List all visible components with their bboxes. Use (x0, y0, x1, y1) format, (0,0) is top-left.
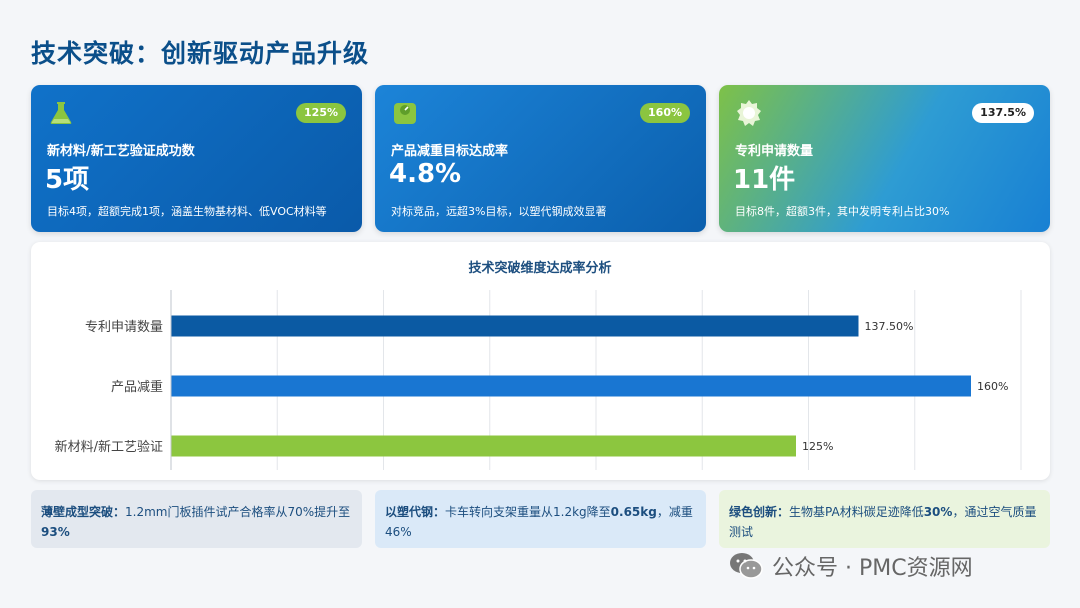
badge-icon (737, 100, 761, 126)
info-text: 卡车转向支架重量从1.2kg降至 (445, 505, 611, 519)
info-card-thinwall: 薄壁成型突破：1.2mm门板插件试产合格率从70%提升至 93% (31, 490, 362, 548)
kpi-value: 5项 (45, 165, 90, 195)
bar-chart: 技术突破维度达成率分析 专利申请数量 137.50% 产品减重 160% 新材料/新工艺… (55, 260, 1022, 470)
bar (171, 375, 971, 397)
wechat-icon (730, 553, 763, 579)
watermark-text: 公众号 · PMC资源网 (772, 556, 973, 581)
info-title: 以塑代钢： (385, 505, 446, 519)
data-label: 160% (977, 380, 1008, 393)
info-text: 1.2mm门板插件试产合格率从70%提升至 (125, 505, 351, 519)
kpi-note: 目标4项，超额完成1项，涵盖生物基材料、低VOC材料等 (47, 205, 327, 218)
info-text: 生物基PA材料碳足迹降低 (789, 505, 924, 519)
kpi-badge: 160% (640, 103, 690, 123)
kpi-value: 4.8% (389, 159, 462, 189)
bar (171, 315, 859, 337)
kpi-label: 专利申请数量 (735, 144, 814, 159)
kpi-note: 对标竞品，远超3%目标，以塑代钢成效显著 (391, 205, 607, 218)
data-label: 125% (802, 440, 833, 453)
kpi-card-weight: 160% 产品减重目标达成率 4.8% 对标竞品，远超3%目标，以塑代钢成效显著 (375, 85, 706, 232)
kpi-value: 11件 (733, 165, 796, 195)
info-strong: 0.65kg (610, 505, 657, 519)
kpi-label: 新材料/新工艺验证成功数 (47, 144, 195, 159)
chart-card: 技术突破维度达成率分析 专利申请数量 137.50% 产品减重 160% 新材料/新工艺… (31, 242, 1050, 480)
info-title: 薄壁成型突破： (41, 505, 126, 519)
info-card-plastic-steel: 以塑代钢：卡车转向支架重量从1.2kg降至0.65kg，减重46% (375, 490, 706, 548)
category-label: 专利申请数量 (85, 320, 163, 335)
watermark: 公众号 · PMC资源网 (728, 550, 973, 582)
kpi-card-patents: 137.5% 专利申请数量 11件 目标8件，超额3件，其中发明专利占比30% (719, 85, 1050, 232)
data-label: 137.50% (865, 320, 914, 333)
chart-title: 技术突破维度达成率分析 (468, 260, 611, 276)
weight-icon (394, 103, 416, 124)
info-card-green: 绿色创新：生物基PA材料碳足迹降低30%，通过空气质量测试 (719, 490, 1050, 548)
kpi-note: 目标8件，超额3件，其中发明专利占比30% (735, 205, 950, 218)
page-title: 技术突破：创新驱动产品升级 (31, 39, 370, 68)
category-label: 新材料/新工艺验证 (55, 439, 163, 455)
kpi-badge: 125% (296, 103, 346, 123)
bar (171, 435, 796, 457)
flask-icon (50, 102, 72, 124)
category-label: 产品减重 (111, 379, 163, 395)
kpi-card-materials: 125% 新材料/新工艺验证成功数 5项 目标4项，超额完成1项，涵盖生物基材料… (31, 85, 362, 232)
kpi-label: 产品减重目标达成率 (391, 144, 509, 159)
info-strong: 30% (923, 505, 953, 519)
kpi-badge: 137.5% (972, 103, 1034, 123)
info-strong: 93% (41, 525, 70, 539)
info-title: 绿色创新： (729, 505, 790, 519)
